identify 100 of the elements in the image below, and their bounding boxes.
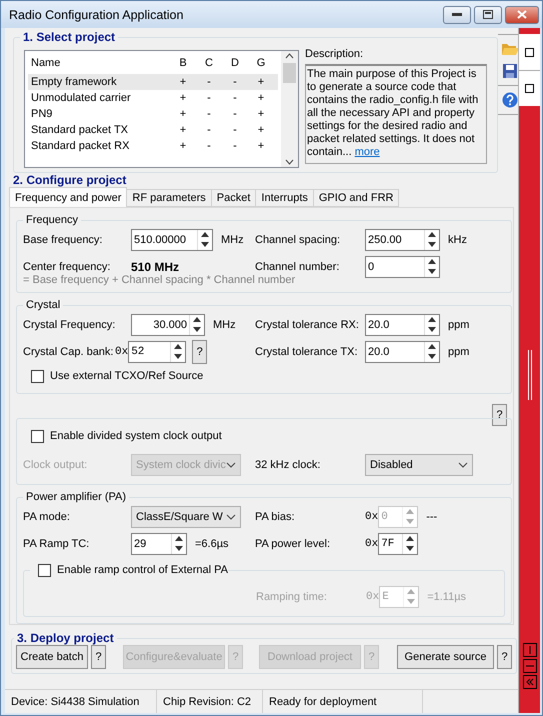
minimize-button[interactable] [443, 6, 471, 24]
spin-field[interactable]: 7F [378, 532, 418, 554]
restore-icon [483, 10, 493, 19]
more-link[interactable]: more [354, 146, 380, 158]
table-cell-text: Empty framework [30, 76, 118, 88]
table-cell-text: PN9 [30, 108, 54, 120]
help-button[interactable]: ? [192, 340, 208, 364]
table-row[interactable]: Standard packet TX + - - + [28, 122, 278, 138]
field-label: Ramping time: [256, 590, 328, 602]
spin-field[interactable]: 510.00000 [131, 228, 213, 250]
table-cell-text: Standard packet TX [30, 124, 130, 136]
table-cell-text: - [206, 92, 212, 104]
maximize-button[interactable] [474, 6, 502, 24]
panel-tab[interactable] [519, 70, 540, 106]
tab[interactable]: Interrupts [255, 189, 314, 207]
column-header[interactable]: D [222, 57, 248, 69]
unit-label: ppm [448, 346, 470, 358]
help-button[interactable]: ? [91, 645, 106, 669]
section-title: 1. Select project [23, 30, 116, 44]
help-button[interactable]: ? [492, 404, 507, 426]
checkbox[interactable]: Enable ramp control of External PA [30, 559, 228, 581]
chevron-down-icon[interactable] [285, 159, 294, 165]
table-cell-text: + [178, 92, 188, 104]
action-button[interactable]: Create batch [16, 645, 88, 669]
collapse-icon[interactable] [522, 675, 536, 689]
hex-prefix: 0x [365, 510, 378, 522]
field-label: Crystal Cap. bank: [23, 346, 114, 358]
unit-label: MHz [213, 318, 236, 330]
field-label: Clock output: [23, 458, 88, 470]
note-label: =6.6µs [195, 538, 229, 550]
field-label: Crystal Frequency: [23, 318, 116, 330]
table-row[interactable]: PN9 + - - + [28, 106, 278, 122]
tab[interactable]: RF parameters [126, 189, 212, 207]
scrollbar[interactable] [281, 51, 298, 167]
spin-field[interactable]: 20.0 [365, 340, 440, 362]
spinner-arrows-icon[interactable] [424, 342, 439, 362]
spin-field[interactable]: 20.0 [365, 314, 440, 336]
minimize-icon [452, 12, 462, 16]
close-button[interactable] [505, 6, 539, 24]
spin-field[interactable]: 52 [128, 340, 186, 362]
field-label: PA power level: [255, 538, 332, 550]
spinner-arrows-icon[interactable] [424, 256, 439, 276]
field-label: Base frequency: [23, 234, 104, 246]
formula-hint: = Base frequency + Channel spacing * Channel number [23, 274, 296, 286]
spin-field[interactable]: 29 [131, 532, 187, 554]
spin-field[interactable]: 30.000 [131, 314, 205, 336]
field-label: 32 kHz clock: [255, 458, 322, 470]
spinner-arrows-icon[interactable] [197, 230, 212, 250]
help-button[interactable]: ? [497, 645, 512, 669]
unit-label: ppm [448, 318, 470, 330]
table-row[interactable]: Unmodulated carrier + - - + [28, 90, 278, 106]
spinner-arrows-icon[interactable] [171, 534, 186, 554]
split-horizontal-icon[interactable] [522, 659, 536, 673]
table-cell-text: - [206, 108, 212, 120]
split-vertical-icon[interactable] [522, 643, 536, 657]
group-title: Crystal [26, 299, 60, 311]
tab[interactable]: Frequency and power [9, 187, 128, 207]
dropdown[interactable]: Disabled [365, 454, 473, 476]
field-label: Channel number: [255, 260, 340, 272]
tab[interactable]: Packet [210, 189, 256, 207]
status-text: Ready for deployment [263, 690, 423, 713]
table-cell-text: + [178, 140, 188, 152]
column-header[interactable]: B [170, 57, 196, 69]
table-cell-text: Standard packet RX [30, 140, 130, 152]
column-header[interactable]: G [248, 57, 274, 69]
tab[interactable]: GPIO and FRR [312, 189, 400, 207]
splitter-grip-icon[interactable] [528, 350, 532, 400]
checkbox[interactable]: Enable divided system clock output [23, 425, 505, 447]
checkbox[interactable]: Use external TCXO/Ref Source [23, 365, 505, 387]
action-button[interactable]: Generate source [397, 645, 494, 669]
scroll-thumb[interactable] [283, 63, 296, 83]
spin-field[interactable]: 250.00 [365, 228, 440, 250]
table-row[interactable]: Empty framework + - - + [28, 74, 278, 90]
status-text: Device: Si4438 Simulation [5, 690, 157, 713]
panel-tab[interactable] [519, 34, 540, 70]
column-header[interactable]: Name [28, 57, 170, 69]
unit-label: kHz [448, 234, 467, 246]
field-label: PA mode: [23, 510, 71, 522]
field-label: PA bias: [255, 510, 296, 522]
center-frequency-value: 510 MHz [131, 260, 180, 274]
close-icon [517, 10, 527, 19]
spin-field[interactable]: 0 [365, 256, 440, 278]
table-cell-text: + [256, 108, 266, 120]
column-header[interactable]: C [196, 57, 222, 69]
hex-prefix: 0x [365, 538, 378, 550]
field-label: Crystal tolerance TX: [255, 346, 359, 358]
spinner-arrows-icon[interactable] [189, 314, 204, 334]
table-cell-text: + [178, 76, 188, 88]
help-icon[interactable] [502, 92, 518, 108]
chevron-down-icon [226, 514, 236, 520]
dropdown[interactable]: ClassE/Square W [131, 506, 241, 528]
table-cell-text: + [178, 108, 188, 120]
spinner-arrows-icon[interactable] [424, 314, 439, 334]
spinner-arrows-icon[interactable] [424, 230, 439, 250]
table-cell-text: Unmodulated carrier [30, 92, 132, 104]
save-icon[interactable] [502, 63, 518, 79]
field-label: Crystal tolerance RX: [255, 318, 360, 330]
table-row[interactable]: Standard packet RX + - - + [28, 138, 278, 154]
hex-prefix: 0x [115, 346, 128, 358]
chevron-up-icon[interactable] [285, 53, 294, 59]
